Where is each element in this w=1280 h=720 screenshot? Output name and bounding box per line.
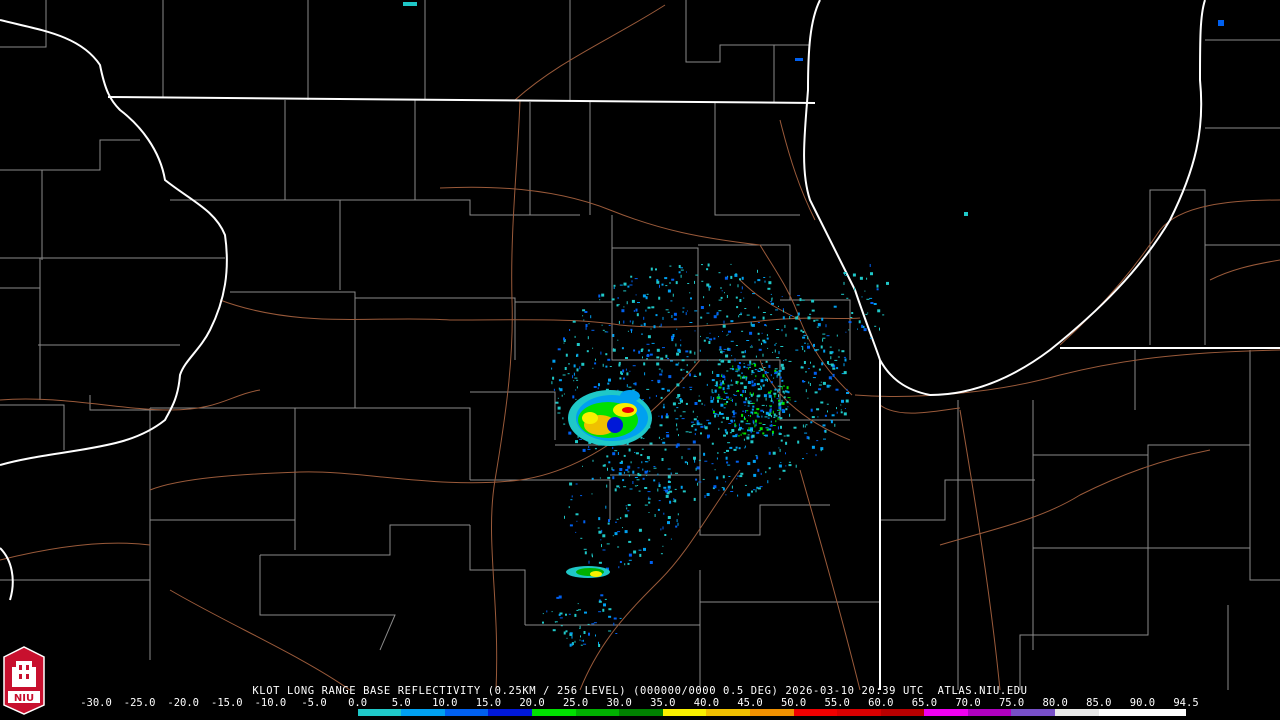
legend-tick: 45.0 [737, 697, 763, 709]
legend-tick: 20.0 [519, 697, 545, 709]
color-bin [183, 709, 227, 716]
color-bin [837, 709, 881, 716]
legend-tick: 0.0 [348, 697, 368, 709]
legend-tick: 85.0 [1086, 697, 1112, 709]
legend-tick: 10.0 [432, 697, 458, 709]
logo-text: NIU [14, 693, 34, 704]
legend-tick: 15.0 [475, 697, 502, 709]
color-bin [749, 709, 794, 716]
legend-tick: -5.0 [301, 697, 327, 709]
color-bin [226, 709, 271, 716]
legend-tick: 55.0 [824, 697, 850, 709]
color-bin [924, 709, 968, 716]
state-borders [0, 0, 1280, 690]
color-bin [488, 709, 532, 716]
color-bin [1055, 709, 1099, 716]
legend-tick: 75.0 [998, 697, 1025, 709]
legend-tick: 80.0 [1042, 697, 1068, 709]
legend-ticks: -30.0 -25.0 -20.0 -15.0 -10.0 -5.0 0.0 5.0 10.0 1… [80, 697, 1198, 709]
color-bin [706, 709, 750, 716]
color-bin [96, 709, 140, 716]
lake-echoes [403, 2, 1224, 216]
legend-tick: -20.0 [167, 697, 199, 709]
legend-tick: -15.0 [210, 697, 243, 709]
legend-tick: 50.0 [780, 697, 807, 709]
legend-tick: -30.0 [80, 697, 112, 709]
color-bin [1011, 709, 1056, 716]
radar-echoes [542, 263, 889, 647]
legend-tick: 5.0 [391, 697, 411, 709]
product-title: KLOT LONG RANGE BASE REFLECTIVITY (0.25K… [252, 685, 1028, 697]
color-bin [793, 709, 838, 716]
legend-tick: 90.0 [1129, 697, 1156, 709]
color-bin [1142, 709, 1186, 716]
color-bin [139, 709, 184, 716]
legend-tick: 30.0 [606, 697, 632, 709]
legend-tick: 70.0 [955, 697, 981, 709]
legend-tick: -10.0 [254, 697, 287, 709]
radar-map [0, 0, 1280, 691]
color-bin [531, 709, 576, 716]
legend-tick: 40.0 [693, 697, 720, 709]
color-bin [313, 709, 358, 716]
color-bin [575, 709, 620, 716]
niu-logo: NIU [3, 646, 45, 715]
legend-tick: -25.0 [123, 697, 156, 709]
color-bin [270, 709, 314, 716]
legend-tick: 35.0 [650, 697, 676, 709]
legend-tick: 60.0 [868, 697, 894, 709]
legend-tick: 94.5 [1173, 697, 1199, 709]
legend-tick: 65.0 [911, 697, 938, 709]
legend-tick: 25.0 [562, 697, 589, 709]
color-bin [619, 709, 663, 716]
color-bin [662, 709, 707, 716]
reflectivity-color-scale [96, 709, 1186, 716]
color-bin [444, 709, 489, 716]
color-bin [357, 709, 402, 716]
color-bin [401, 709, 445, 716]
color-bin [967, 709, 1012, 716]
county-borders [0, 0, 1280, 690]
color-bin [880, 709, 925, 716]
color-bin [1098, 709, 1143, 716]
